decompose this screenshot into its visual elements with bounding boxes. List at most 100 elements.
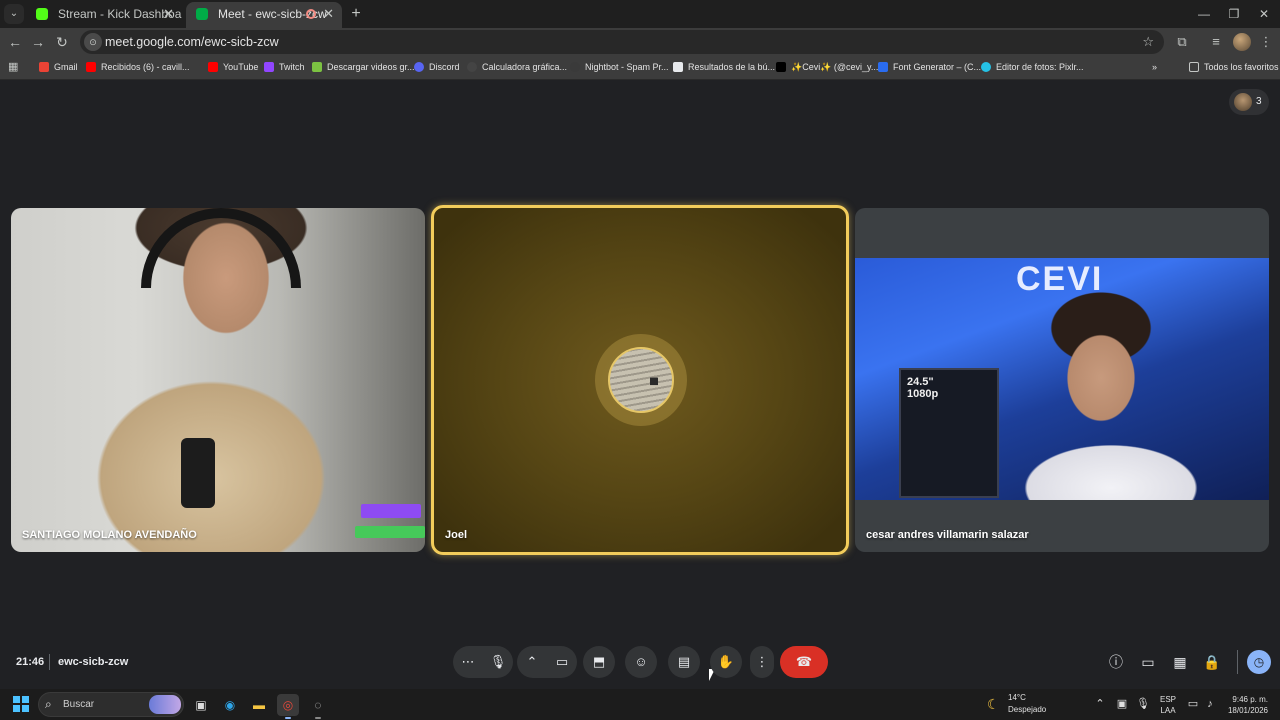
participant-avatar (608, 347, 674, 413)
host-controls-lock-icon[interactable]: 🔒 (1203, 653, 1221, 671)
bookmark-pixlr[interactable]: Editor de fotos: Pixlr... (981, 56, 1084, 80)
recording-indicator-icon (306, 9, 316, 19)
participant-name: cesar andres villamarin salazar (866, 529, 1029, 541)
bookmark-star-icon[interactable]: ☆ (1142, 30, 1154, 54)
chat-icon[interactable]: ▭ (1139, 653, 1157, 671)
video-overlay-bar (355, 526, 425, 538)
twitch-icon (264, 62, 274, 72)
weather-temp: 14°C (1008, 693, 1026, 702)
monitor-box-text: 24.5" 1080p (907, 376, 939, 400)
tab-kick-dashboard[interactable]: Stream - Kick Dashboard ✕ (26, 2, 182, 28)
video-overlay-bar (361, 504, 421, 518)
bookmark-descargar[interactable]: Descargar videos gr... (312, 56, 415, 80)
windows-start-icon[interactable] (13, 696, 29, 712)
present-screen-button[interactable]: ⬒ (583, 646, 615, 678)
more-bookmarks-icon[interactable]: » (1152, 56, 1157, 80)
video-headset-shape (141, 208, 301, 288)
forward-icon[interactable]: → (28, 32, 48, 52)
obs-icon[interactable]: ◌ (307, 694, 329, 719)
tab-meet[interactable]: Meet - ewc-sicb-zcw ✕ (186, 2, 342, 28)
microphone-control[interactable]: ⋯ 🎙 (453, 646, 513, 678)
emoji-icon: ☺ (634, 654, 648, 669)
captions-button[interactable]: ▤ (668, 646, 700, 678)
participant-count: 3 (1256, 96, 1262, 107)
microphone-icon[interactable]: 🎙 (483, 646, 513, 678)
all-bookmarks-folder[interactable]: Todos los favoritos (1189, 56, 1279, 80)
divider (1237, 650, 1238, 674)
leave-call-button[interactable]: ☎ (780, 646, 828, 678)
participant-tile-joel-speaking[interactable]: Joel (431, 205, 849, 555)
meeting-info-icon[interactable]: ⓘ (1107, 653, 1125, 671)
participant-avatar (1234, 93, 1252, 111)
weather-widget[interactable]: ☾ 14°C Despejado (987, 693, 1057, 717)
address-bar[interactable]: ⊙ meet.google.com/ewc-sicb-zcw ☆ (80, 30, 1164, 54)
document-icon (673, 62, 683, 72)
lang-code: ESP (1160, 695, 1177, 704)
bookmark-nightbot[interactable]: Nightbot - Spam Pr... (570, 56, 669, 80)
moon-icon: ☾ (987, 696, 1000, 712)
bookmark-gmail[interactable]: Gmail (39, 56, 78, 80)
raise-hand-button[interactable]: ✋ (710, 646, 742, 678)
reload-icon[interactable]: ↻ (52, 32, 72, 52)
tray-microphone-icon[interactable]: 🎙 (1136, 697, 1150, 711)
task-view-icon[interactable]: ▣ (190, 694, 212, 716)
minimize-icon[interactable]: — (1188, 0, 1220, 28)
activities-grid-icon[interactable]: ▦ (1171, 653, 1189, 671)
participant-tile-cesar[interactable]: CEVI 24.5" 1080p cesar andres villamarin… (855, 208, 1269, 552)
camera-icon[interactable]: ▭ (547, 646, 577, 678)
timer-icon[interactable]: ◷ (1247, 650, 1271, 674)
input-language[interactable]: ESP LAA (1160, 694, 1176, 716)
bookmark-recibidos[interactable]: Recibidos (6) - cavill... (86, 56, 190, 80)
more-options-button[interactable]: ⋮ (750, 646, 774, 678)
taskbar-search[interactable]: ⌕ Buscar (38, 692, 184, 717)
chrome-icon[interactable]: ◎ (277, 694, 299, 719)
browser-menu-icon[interactable]: ⋮ (1256, 32, 1276, 52)
show-hidden-icons-chevron-icon[interactable]: ⌃ (1093, 697, 1107, 711)
tray-app-icon[interactable]: ▣ (1115, 697, 1129, 711)
new-tab-button[interactable]: + (346, 4, 366, 24)
bookmark-cevi-tiktok[interactable]: ✨Cevi✨ (@cevi_y... (776, 56, 878, 80)
participant-name: Joel (445, 529, 468, 541)
chevron-up-icon[interactable]: ⌃ (517, 646, 547, 678)
discord-icon (414, 62, 424, 72)
extensions-icon[interactable]: ⧉ (1172, 32, 1192, 52)
bookmark-resultados[interactable]: Resultados de la bú... (673, 56, 775, 80)
bookmark-calculadora[interactable]: Calculadora gráfica... (467, 56, 567, 80)
camera-control[interactable]: ⌃ ▭ (517, 646, 577, 678)
participants-button[interactable]: 3 (1229, 89, 1269, 115)
reactions-button[interactable]: ☺ (625, 646, 657, 678)
profile-avatar[interactable] (1233, 33, 1251, 51)
site-info-icon[interactable]: ⊙ (84, 33, 102, 51)
participant-tile-santiago[interactable]: SANTIAGO MOLANO AVENDAÑO (11, 208, 425, 552)
download-arrow-icon (312, 62, 322, 72)
close-window-icon[interactable]: ✕ (1248, 0, 1280, 28)
meet-stage: 3 SANTIAGO MOLANO AVENDAÑO Joel CEVI 24.… (0, 81, 1280, 687)
bookmark-font-generator[interactable]: Font Generator – (C... (878, 56, 981, 80)
restore-icon[interactable]: ❐ (1218, 0, 1250, 28)
browser-toolbar: ← → ↻ ⊙ meet.google.com/ewc-sicb-zcw ☆ ⧉… (0, 28, 1280, 56)
youtube-icon (86, 62, 96, 72)
back-icon[interactable]: ← (5, 32, 25, 52)
more-vertical-icon: ⋮ (755, 654, 769, 669)
network-icon[interactable]: ▭ (1186, 697, 1200, 711)
close-tab-icon[interactable]: ✕ (163, 2, 174, 26)
bookmark-twitch[interactable]: Twitch (264, 56, 305, 80)
clock-time: 9:46 p. m. (1232, 695, 1268, 704)
close-tab-icon[interactable]: ✕ (323, 2, 334, 26)
apps-grid-icon[interactable]: ▦ (8, 61, 20, 73)
tab-search-button[interactable]: ⌄ (4, 4, 24, 24)
file-explorer-icon[interactable]: ▬ (248, 694, 270, 716)
bookmark-youtube[interactable]: YouTube (208, 56, 258, 80)
system-clock[interactable]: 9:46 p. m. 18/01/2026 (1222, 694, 1268, 716)
tab-strip: ⌄ Stream - Kick Dashboard ✕ Meet - ewc-s… (0, 0, 1280, 28)
edge-icon[interactable]: ◉ (219, 694, 241, 716)
more-audio-options-icon[interactable]: ⋯ (453, 646, 483, 678)
url-text: meet.google.com/ewc-sicb-zcw (105, 35, 279, 49)
weather-desc: Despejado (1008, 705, 1047, 714)
bookmark-discord[interactable]: Discord (414, 56, 460, 80)
search-placeholder: Buscar (63, 699, 95, 710)
volume-icon[interactable]: ♪ (1203, 697, 1217, 711)
media-controls-icon[interactable]: ≡ (1206, 32, 1226, 52)
background-sign-text: CEVI (1016, 260, 1104, 298)
pixlr-icon (981, 62, 991, 72)
